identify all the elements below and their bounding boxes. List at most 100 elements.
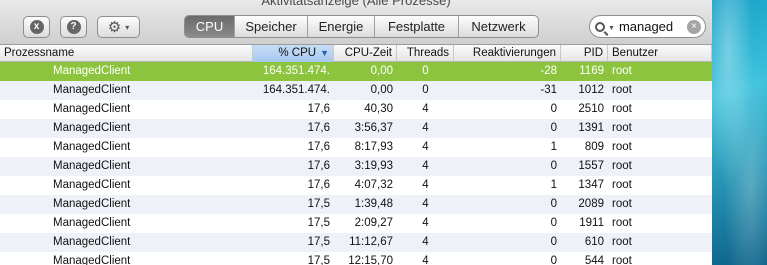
user-cell: root — [612, 198, 632, 210]
view-tabs: CPU Speicher Energie Festplatte Netzwerk — [184, 15, 539, 38]
table-row[interactable]: ManagedClient 17,6 8:17,93 4 1 809 root — [0, 138, 712, 157]
cpu-cell: 17,6 — [307, 103, 330, 115]
cpu-cell: 164.351.474. — [262, 65, 330, 77]
wakeups-cell: 0 — [550, 103, 557, 115]
column-header-cpu-time[interactable]: CPU-Zeit — [334, 45, 397, 62]
process-name-cell: ManagedClient — [53, 160, 131, 172]
column-header-process-name[interactable]: Prozessname — [0, 45, 253, 62]
cpu-cell: 17,5 — [307, 255, 330, 265]
threads-cell: 4 — [422, 236, 429, 248]
user-cell: root — [612, 255, 632, 265]
table-row[interactable]: ManagedClient 17,6 3:19,93 4 0 1557 root — [0, 157, 712, 176]
process-name-cell: ManagedClient — [53, 236, 131, 248]
tab-disk[interactable]: Festplatte — [374, 16, 458, 37]
process-name-cell: ManagedClient — [53, 198, 131, 210]
wakeups-cell: 1 — [550, 141, 557, 153]
cpu-time-cell: 12:15,70 — [348, 255, 393, 265]
search-icon — [595, 21, 605, 32]
desktop-background — [712, 0, 767, 265]
threads-cell: 4 — [422, 160, 429, 172]
pid-cell: 1169 — [579, 65, 604, 77]
column-header-user[interactable]: Benutzer — [608, 45, 712, 62]
quit-process-button[interactable]: x — [23, 16, 50, 38]
threads-cell: 0 — [422, 65, 429, 77]
user-cell: root — [612, 179, 632, 191]
inspect-process-button[interactable]: ? — [60, 16, 87, 38]
sort-descending-icon: ▼ — [320, 48, 329, 58]
wakeups-cell: -28 — [540, 65, 557, 77]
gear-icon: ⚙ — [107, 18, 122, 36]
search-field[interactable]: ▼ managed × — [589, 15, 706, 38]
threads-cell: 4 — [422, 198, 429, 210]
chevron-down-icon: ▾ — [125, 22, 130, 32]
cpu-time-cell: 3:19,93 — [354, 160, 393, 172]
cpu-cell: 17,6 — [307, 122, 330, 134]
table-row[interactable]: ManagedClient 17,5 12:15,70 4 0 544 root — [0, 252, 712, 265]
tab-energy[interactable]: Energie — [307, 16, 374, 37]
process-name-cell: ManagedClient — [53, 141, 131, 153]
user-cell: root — [612, 65, 632, 77]
table-row[interactable]: ManagedClient 17,5 11:12,67 4 0 610 root — [0, 233, 712, 252]
process-name-cell: ManagedClient — [53, 217, 131, 229]
tab-cpu[interactable]: CPU — [185, 16, 234, 37]
table-row[interactable]: ManagedClient 17,5 2:09,27 4 0 1911 root — [0, 214, 712, 233]
wakeups-cell: 1 — [550, 179, 557, 191]
table-row[interactable]: ManagedClient 17,5 1:39,48 4 0 2089 root — [0, 195, 712, 214]
table-row[interactable]: ManagedClient 164.351.474. 0,00 0 -31 1012 roo… — [0, 81, 712, 100]
user-cell: root — [612, 103, 632, 115]
cpu-time-cell: 11:12,67 — [349, 236, 393, 248]
cpu-time-cell: 3:56,37 — [354, 122, 393, 134]
close-icon: x — [29, 20, 44, 34]
cpu-cell: 17,5 — [307, 198, 330, 210]
threads-cell: 4 — [422, 122, 429, 134]
table-row[interactable]: ManagedClient 17,6 4:07,32 4 1 1347 root — [0, 176, 712, 195]
wakeups-cell: 0 — [550, 160, 557, 172]
cpu-time-cell: 0,00 — [370, 65, 393, 77]
threads-cell: 4 — [422, 217, 429, 229]
cpu-cell: 17,6 — [307, 141, 330, 153]
column-header-threads[interactable]: Threads — [397, 45, 454, 62]
user-cell: root — [612, 84, 632, 96]
process-name-cell: ManagedClient — [53, 255, 131, 265]
column-header-wakeups[interactable]: Reaktivierungen — [454, 45, 561, 62]
info-icon: ? — [66, 20, 81, 34]
wakeups-cell: 0 — [550, 236, 557, 248]
pid-cell: 1911 — [579, 217, 604, 229]
search-input[interactable]: managed — [619, 19, 687, 34]
user-cell: root — [612, 141, 632, 153]
process-name-cell: ManagedClient — [53, 122, 131, 134]
clear-search-icon[interactable]: × — [687, 19, 701, 34]
search-menu-icon[interactable]: ▼ — [608, 25, 615, 32]
user-cell: root — [612, 160, 632, 172]
pid-cell: 1557 — [578, 160, 604, 172]
column-header-cpu-label: % CPU — [278, 47, 317, 59]
process-name-cell: ManagedClient — [53, 179, 131, 191]
tab-memory[interactable]: Speicher — [234, 16, 307, 37]
wakeups-cell: 0 — [550, 217, 557, 229]
tab-network[interactable]: Netzwerk — [458, 16, 538, 37]
column-header-pid[interactable]: PID — [561, 45, 608, 62]
pid-cell: 544 — [584, 255, 604, 265]
cpu-cell: 17,5 — [307, 236, 330, 248]
threads-cell: 0 — [422, 84, 429, 96]
pid-cell: 610 — [584, 236, 604, 248]
cpu-cell: 17,6 — [307, 179, 330, 191]
action-menu-button[interactable]: ⚙ ▾ — [97, 16, 140, 38]
table-row[interactable]: ManagedClient 17,6 40,30 4 0 2510 root — [0, 100, 712, 119]
cpu-time-cell: 40,30 — [364, 103, 393, 115]
activity-monitor-window: Aktivitätsanzeige (Alle Prozesse) x ? ⚙ … — [0, 0, 712, 265]
table-row[interactable]: ManagedClient 17,6 3:56,37 4 0 1391 root — [0, 119, 712, 138]
cpu-cell: 17,6 — [307, 160, 330, 172]
cpu-time-cell: 4:07,32 — [354, 179, 393, 191]
cpu-time-cell: 0,00 — [370, 84, 393, 96]
cpu-cell: 164.351.474. — [262, 84, 330, 96]
column-header-cpu[interactable]: % CPU ▼ — [253, 45, 334, 62]
wakeups-cell: -31 — [540, 84, 557, 96]
process-name-cell: ManagedClient — [53, 103, 131, 115]
threads-cell: 4 — [422, 255, 429, 265]
process-name-cell: ManagedClient — [53, 65, 131, 77]
table-row[interactable]: ManagedClient 164.351.474. 0,00 0 -28 1169 roo… — [0, 62, 712, 81]
threads-cell: 4 — [422, 179, 429, 191]
cpu-time-cell: 1:39,48 — [354, 198, 393, 210]
cpu-cell: 17,5 — [307, 217, 330, 229]
